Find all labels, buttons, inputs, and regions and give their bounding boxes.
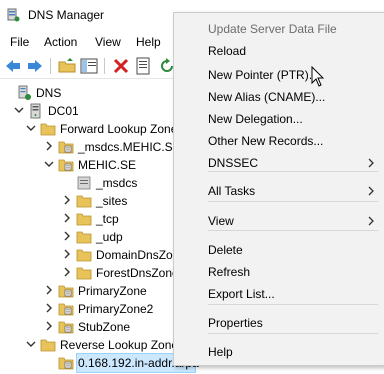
context-menu-item-new-alias-cname[interactable]: New Alias (CNAME)... bbox=[174, 87, 384, 107]
chevron-down-icon[interactable] bbox=[26, 123, 36, 133]
folder-icon bbox=[40, 339, 56, 352]
submenu-arrow-icon bbox=[368, 216, 374, 226]
context-menu-item-label: All Tasks bbox=[208, 184, 256, 198]
toolbar-separator bbox=[104, 58, 105, 74]
zone-icon bbox=[58, 357, 74, 370]
tree-item-label: PrimaryZone bbox=[78, 284, 147, 298]
context-menu-item-label: Other New Records... bbox=[208, 134, 324, 148]
context-menu-item-new-delegation[interactable]: New Delegation... bbox=[174, 109, 384, 129]
context-menu-item-reload[interactable]: Reload bbox=[174, 41, 384, 61]
chevron-right-icon[interactable] bbox=[44, 321, 54, 331]
context-menu-item-refresh[interactable]: Refresh bbox=[174, 262, 384, 282]
chevron-right-icon[interactable] bbox=[62, 249, 72, 259]
zone-icon bbox=[58, 303, 74, 316]
folder-icon bbox=[76, 231, 92, 244]
tree-item-label: MEHIC.SE bbox=[78, 158, 137, 172]
context-menu-item-new-pointer-ptr[interactable]: New Pointer (PTR)... bbox=[174, 65, 384, 85]
tree-item-label: Forward Lookup Zones bbox=[60, 122, 184, 136]
context-menu: Update Server Data File Reload New Pointer… bbox=[173, 12, 384, 366]
folder-icon bbox=[76, 195, 92, 208]
delegation-icon bbox=[77, 176, 91, 190]
tree-item-label: _msdcs.MEHIC.SE bbox=[78, 140, 181, 154]
menu-file[interactable]: File bbox=[10, 35, 29, 49]
window-title: DNS Manager bbox=[28, 8, 105, 22]
server-icon bbox=[30, 103, 41, 119]
context-menu-item-other-new-records[interactable]: Other New Records... bbox=[174, 131, 384, 151]
context-menu-item-label: Help bbox=[208, 345, 233, 359]
context-menu-separator bbox=[208, 201, 378, 202]
chevron-right-icon[interactable] bbox=[62, 213, 72, 223]
tree-item-label: DC01 bbox=[48, 104, 79, 118]
context-menu-item-all-tasks[interactable]: All Tasks bbox=[174, 181, 384, 201]
tree-item-label: _udp bbox=[96, 230, 123, 244]
properties-icon[interactable] bbox=[134, 57, 152, 75]
context-menu-item-view[interactable]: View bbox=[174, 211, 384, 231]
context-menu-separator bbox=[208, 230, 378, 231]
tree-item-label: StubZone bbox=[78, 320, 131, 334]
folder-icon bbox=[40, 123, 56, 136]
tree-item-label: _sites bbox=[96, 194, 128, 208]
folder-up-icon[interactable] bbox=[58, 57, 76, 75]
context-menu-item-label: Export List... bbox=[208, 287, 275, 301]
show-hide-tree-icon[interactable] bbox=[80, 57, 98, 75]
submenu-arrow-icon bbox=[368, 158, 374, 168]
context-menu-item-label: New Pointer (PTR)... bbox=[208, 68, 319, 82]
chevron-right-icon[interactable] bbox=[44, 303, 54, 313]
chevron-right-icon[interactable] bbox=[44, 141, 54, 151]
tree-item-label: ForestDnsZones bbox=[96, 266, 185, 280]
delete-icon[interactable] bbox=[112, 57, 130, 75]
mouse-pointer-icon bbox=[311, 66, 325, 87]
menu-action[interactable]: Action bbox=[44, 35, 77, 49]
context-menu-separator bbox=[208, 304, 378, 305]
chevron-down-icon[interactable] bbox=[44, 159, 54, 169]
context-menu-item-update-server-data-file: Update Server Data File bbox=[174, 19, 384, 39]
chevron-down-icon[interactable] bbox=[26, 339, 36, 349]
tree-item-label: _tcp bbox=[96, 212, 119, 226]
context-menu-item-properties[interactable]: Properties bbox=[174, 313, 384, 333]
chevron-right-icon[interactable] bbox=[44, 285, 54, 295]
context-menu-item-label: DNSSEC bbox=[208, 156, 259, 170]
context-menu-item-dnssec[interactable]: DNSSEC bbox=[174, 153, 384, 173]
context-menu-item-delete[interactable]: Delete bbox=[174, 240, 384, 260]
dns-manager-app-icon bbox=[7, 8, 20, 22]
folder-icon bbox=[76, 249, 92, 262]
tree-item-label: Reverse Lookup Zones bbox=[60, 338, 185, 352]
chevron-right-icon[interactable] bbox=[62, 231, 72, 241]
tree-item-label: DNS bbox=[36, 86, 62, 100]
context-menu-item-label: Reload bbox=[208, 44, 247, 58]
context-menu-item-label: New Delegation... bbox=[208, 112, 303, 126]
menu-help[interactable]: Help bbox=[136, 35, 161, 49]
context-menu-item-label: Update Server Data File bbox=[208, 22, 337, 36]
context-menu-item-label: New Alias (CNAME)... bbox=[208, 90, 326, 104]
back-arrow-icon[interactable] bbox=[4, 57, 22, 75]
zone-icon bbox=[58, 141, 74, 154]
menu-view[interactable]: View bbox=[95, 35, 121, 49]
context-menu-item-export-list[interactable]: Export List... bbox=[174, 284, 384, 304]
forward-arrow-icon[interactable] bbox=[26, 57, 44, 75]
context-menu-item-label: Refresh bbox=[208, 265, 251, 279]
folder-icon bbox=[76, 213, 92, 226]
submenu-arrow-icon bbox=[368, 186, 374, 196]
context-menu-item-label: Delete bbox=[208, 243, 243, 257]
context-menu-item-label: View bbox=[208, 214, 234, 228]
chevron-right-icon[interactable] bbox=[62, 195, 72, 205]
chevron-down-icon[interactable] bbox=[14, 105, 24, 115]
tree-item-label: PrimaryZone2 bbox=[78, 302, 154, 316]
toolbar-separator bbox=[50, 58, 51, 74]
zone-icon bbox=[58, 159, 74, 172]
tree-item-label: _msdcs bbox=[96, 176, 138, 190]
chevron-right-icon[interactable] bbox=[62, 267, 72, 277]
context-menu-item-label: Properties bbox=[208, 316, 263, 330]
context-menu-separator bbox=[208, 171, 378, 172]
context-menu-item-help[interactable]: Help bbox=[174, 342, 384, 362]
context-menu-separator bbox=[208, 333, 378, 334]
zone-icon bbox=[58, 321, 74, 334]
folder-icon bbox=[76, 267, 92, 280]
dns-icon bbox=[18, 85, 31, 100]
zone-icon bbox=[58, 285, 74, 298]
